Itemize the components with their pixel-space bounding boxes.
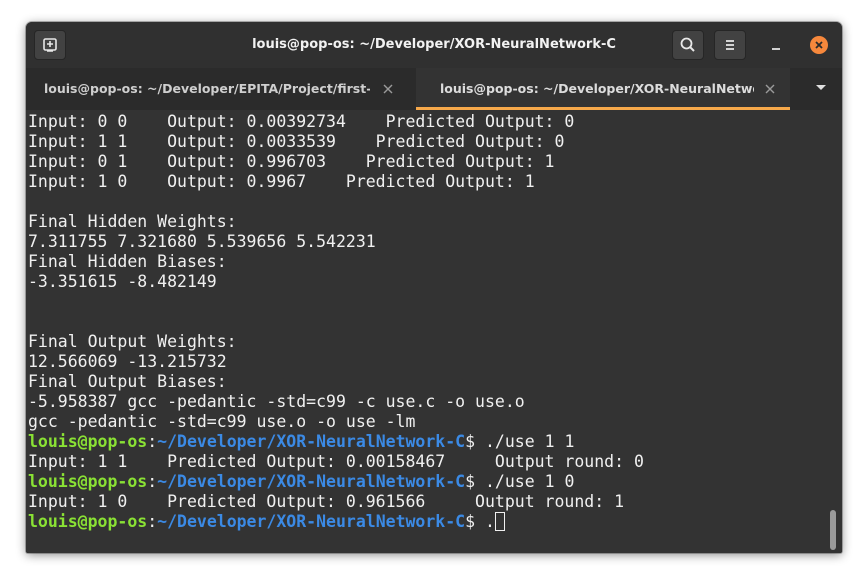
prompt-user: louis@pop-os	[28, 512, 148, 531]
text-cursor	[494, 512, 505, 531]
terminal-line: Input: 1 0 Output: 0.9967 Predicted Outp…	[28, 172, 535, 191]
terminal-line: 7.311755 7.321680 5.539656 5.542231	[28, 232, 376, 251]
terminal-line: Input: 0 0 Output: 0.00392734 Predicted …	[28, 112, 575, 131]
tab-close-icon[interactable]	[764, 83, 776, 95]
prompt-separator: :	[147, 472, 158, 491]
prompt-separator: :	[147, 512, 158, 531]
scrollbar-thumb[interactable]	[830, 510, 836, 550]
close-button[interactable]	[810, 36, 828, 54]
tab-bar: louis@pop-os: ~/Developer/EPITA/Project/…	[26, 68, 842, 110]
prompt-line: louis@pop-os:~/Developer/XOR-NeuralNetwo…	[28, 472, 574, 492]
prompt-user: louis@pop-os	[28, 472, 148, 491]
terminal-line: -3.351615 -8.482149	[28, 272, 217, 291]
prompt-symbol: $	[465, 512, 485, 531]
search-button[interactable]	[672, 30, 704, 60]
tab-label: louis@pop-os: ~/Developer/XOR-NeuralNetw…	[440, 81, 754, 96]
tab-close-icon[interactable]	[382, 83, 394, 95]
command-output: Input: 1 1 Predicted Output: 0.00158467 …	[28, 452, 644, 471]
terminal-line: -5.958387 gcc -pedantic -std=c99 -c use.…	[28, 392, 525, 411]
terminal-line: Final Output Weights:	[28, 332, 237, 351]
prompt-path: ~/Developer/XOR-NeuralNetwork-C	[157, 512, 466, 531]
terminal-window: louis@pop-os: ~/Developer/XOR-NeuralNetw…	[26, 22, 842, 553]
search-icon	[680, 37, 695, 52]
tab-first-project[interactable]: louis@pop-os: ~/Developer/EPITA/Project/…	[26, 68, 408, 110]
prompt-symbol: $	[465, 472, 485, 491]
terminal-line: Final Output Biases:	[28, 372, 227, 391]
terminal-line: Final Hidden Weights:	[28, 212, 237, 231]
terminal-line: Input: 1 1 Output: 0.0033539 Predicted O…	[28, 132, 565, 151]
prompt-separator: :	[147, 432, 158, 451]
prompt-path: ~/Developer/XOR-NeuralNetwork-C	[157, 432, 466, 451]
prompt-line: louis@pop-os:~/Developer/XOR-NeuralNetwo…	[28, 432, 574, 452]
terminal-line: 12.566069 -13.215732	[28, 352, 227, 371]
prompt-path: ~/Developer/XOR-NeuralNetwork-C	[157, 472, 466, 491]
terminal-line: Final Hidden Biases:	[28, 252, 227, 271]
command-input[interactable]: .	[485, 512, 495, 531]
chevron-down-icon[interactable]	[788, 68, 842, 110]
command-output: Input: 1 0 Predicted Output: 0.961566 Ou…	[28, 492, 625, 511]
prompt-line[interactable]: louis@pop-os:~/Developer/XOR-NeuralNetwo…	[28, 512, 505, 532]
tab-xor-neuralnetwork[interactable]: louis@pop-os: ~/Developer/XOR-NeuralNetw…	[416, 68, 790, 110]
close-icon	[815, 41, 823, 49]
terminal-line: gcc -pedantic -std=c99 use.o -o use -lm	[28, 412, 416, 431]
terminal-line: Input: 0 1 Output: 0.996703 Predicted Ou…	[28, 152, 555, 171]
menu-button[interactable]	[714, 30, 746, 60]
command-text: ./use 1 1	[484, 432, 575, 451]
minimize-icon[interactable]	[768, 38, 784, 54]
command-text: ./use 1 0	[484, 472, 575, 491]
hamburger-menu-icon	[726, 40, 734, 50]
titlebar: louis@pop-os: ~/Developer/XOR-NeuralNetw…	[26, 22, 842, 68]
terminal-output[interactable]: Input: 0 0 Output: 0.00392734 Predicted …	[26, 110, 842, 553]
prompt-symbol: $	[465, 432, 485, 451]
tab-label: louis@pop-os: ~/Developer/EPITA/Project/…	[44, 81, 370, 96]
prompt-user: louis@pop-os	[28, 432, 148, 451]
